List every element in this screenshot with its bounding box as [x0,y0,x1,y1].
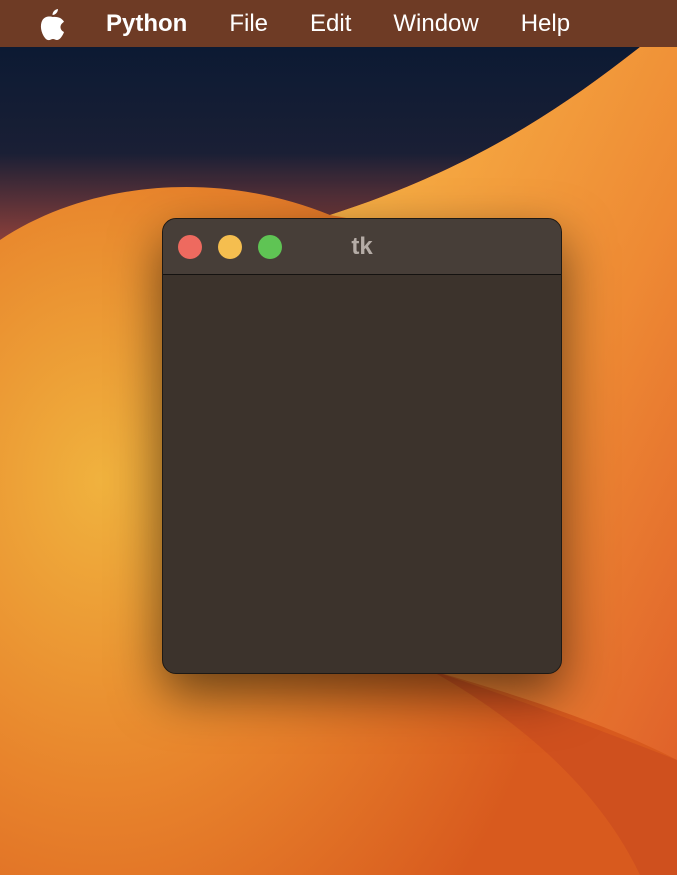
apple-logo-icon[interactable] [38,7,68,41]
window-title: tk [351,233,373,260]
menu-bar: Python File Edit Window Help [0,0,677,47]
window-content [163,275,561,673]
title-bar[interactable]: tk [163,219,561,275]
tk-window: tk [162,218,562,674]
menu-help[interactable]: Help [521,10,570,38]
menu-file[interactable]: File [229,10,268,38]
menu-python[interactable]: Python [106,10,187,38]
menu-edit[interactable]: Edit [310,10,351,38]
menu-window[interactable]: Window [393,10,478,38]
